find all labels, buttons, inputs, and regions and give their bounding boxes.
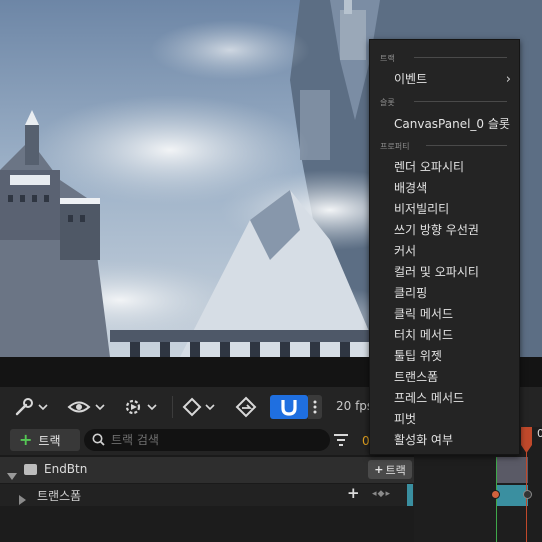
- tools-dropdown-button[interactable]: [12, 395, 52, 419]
- add-track-label: 트랙: [38, 433, 61, 448]
- menu-divider: [414, 101, 507, 102]
- snap-toggle-button[interactable]: [270, 395, 308, 419]
- add-subtrack-button[interactable]: + 트랙: [368, 460, 412, 479]
- menu-item-label: 클릭 메서드: [394, 307, 454, 321]
- menu-item-label: 트랜스폼: [394, 370, 439, 384]
- track-row-endbtn[interactable]: EndBtn + 트랙: [0, 457, 414, 483]
- menu-item-background-color[interactable]: 배경색: [370, 178, 519, 199]
- toolbar-separator: [172, 396, 173, 418]
- key-transform-icon: [232, 395, 260, 419]
- menu-item-visibility[interactable]: 비저빌리티: [370, 199, 519, 220]
- menu-item-label: 배경색: [394, 181, 428, 195]
- chevron-right-icon: ›: [505, 72, 511, 87]
- menu-item-event[interactable]: 이벤트 ›: [370, 69, 519, 90]
- menu-item-label: 이벤트: [394, 72, 428, 86]
- track-name: EndBtn: [44, 462, 88, 476]
- gear-play-icon: [120, 395, 162, 419]
- menu-item-tooltip-widget[interactable]: 툴팁 위젯: [370, 346, 519, 367]
- menu-item-is-enabled[interactable]: 활성화 여부: [370, 430, 519, 451]
- playback-start-line: [496, 457, 497, 542]
- menu-item-label: 커서: [394, 244, 417, 258]
- snap-options-button[interactable]: [308, 395, 322, 419]
- menu-item-label: 컬러 및 오파시티: [394, 265, 479, 279]
- track-search-input[interactable]: [111, 433, 311, 447]
- eye-icon: [66, 395, 110, 419]
- key-options-dropdown-button[interactable]: [180, 395, 220, 419]
- track-search-box[interactable]: [84, 429, 330, 451]
- menu-item-pivot[interactable]: 피벗: [370, 409, 519, 430]
- playhead-marker[interactable]: [521, 427, 532, 457]
- timeline-ruler-label: 0: [537, 427, 542, 440]
- menu-item-label: 터치 메서드: [394, 328, 454, 342]
- chevron-down-icon[interactable]: [7, 466, 17, 485]
- menu-item-label: 피벗: [394, 412, 417, 426]
- menu-item-click-method[interactable]: 클릭 메서드: [370, 304, 519, 325]
- plus-icon: +: [19, 430, 33, 449]
- auto-key-button[interactable]: [232, 395, 260, 419]
- search-icon: [92, 431, 105, 450]
- wrench-icon: [12, 395, 52, 419]
- track-list-empty-area: [0, 506, 414, 542]
- add-subtrack-label: 트랙: [385, 463, 406, 477]
- menu-item-press-method[interactable]: 프레스 메서드: [370, 388, 519, 409]
- menu-item-label: CanvasPanel_0 슬롯: [394, 117, 510, 131]
- widget-icon: [24, 464, 37, 475]
- view-options-dropdown-button[interactable]: [66, 395, 110, 419]
- diamond-key-icon: [180, 395, 220, 419]
- menu-item-color-and-opacity[interactable]: 컬러 및 오파시티: [370, 262, 519, 283]
- track-row-transform[interactable]: 트랜스폼 + ◂◆▸: [0, 484, 414, 506]
- add-key-plus-icon[interactable]: +: [347, 484, 360, 502]
- keyframe-marker[interactable]: [523, 490, 532, 499]
- menu-item-flow-direction-preference[interactable]: 쓰기 방향 우선권: [370, 220, 519, 241]
- timeline-section-endbtn[interactable]: [496, 457, 528, 483]
- menu-section-header-slot: 슬롯: [380, 98, 395, 107]
- menu-item-label: 쓰기 방향 우선권: [394, 223, 479, 237]
- add-track-context-menu: 트랙 이벤트 › 슬롯 CanvasPanel_0 슬롯 프로퍼티 렌더 오파시…: [369, 39, 520, 455]
- menu-item-cursor[interactable]: 커서: [370, 241, 519, 262]
- track-name: 트랜스폼: [37, 489, 82, 503]
- menu-divider: [414, 57, 507, 58]
- filter-icon: [333, 433, 349, 452]
- menu-item-label: 렌더 오파시티: [394, 160, 465, 174]
- magnet-icon: [279, 397, 299, 417]
- keyframe-marker[interactable]: [491, 490, 500, 499]
- menu-item-label: 툴팁 위젯: [394, 349, 442, 363]
- menu-item-label: 활성화 여부: [394, 433, 454, 447]
- menu-item-transform[interactable]: 트랜스폼: [370, 367, 519, 388]
- menu-item-touch-method[interactable]: 터치 메서드: [370, 325, 519, 346]
- menu-section-header-property: 프로퍼티: [380, 142, 410, 151]
- plus-icon: +: [374, 463, 384, 476]
- kebab-menu-icon: [313, 400, 317, 414]
- key-navigation[interactable]: ◂◆▸: [372, 489, 391, 499]
- menu-item-clipping[interactable]: 클리핑: [370, 283, 519, 304]
- filter-button[interactable]: [333, 432, 349, 448]
- menu-item-label: 비저빌리티: [394, 202, 450, 216]
- menu-item-canvaspanel-slot[interactable]: CanvasPanel_0 슬롯: [370, 114, 519, 135]
- menu-item-label: 클리핑: [394, 286, 428, 300]
- menu-item-label: 프레스 메서드: [394, 391, 465, 405]
- track-color-bar: [407, 484, 413, 506]
- menu-item-render-opacity[interactable]: 렌더 오파시티: [370, 157, 519, 178]
- playback-options-dropdown-button[interactable]: [120, 395, 162, 419]
- menu-divider: [426, 145, 507, 146]
- framerate-label[interactable]: 20 fps: [336, 399, 373, 413]
- add-track-button[interactable]: + 트랙: [10, 429, 80, 451]
- menu-section-header-track: 트랙: [380, 54, 395, 63]
